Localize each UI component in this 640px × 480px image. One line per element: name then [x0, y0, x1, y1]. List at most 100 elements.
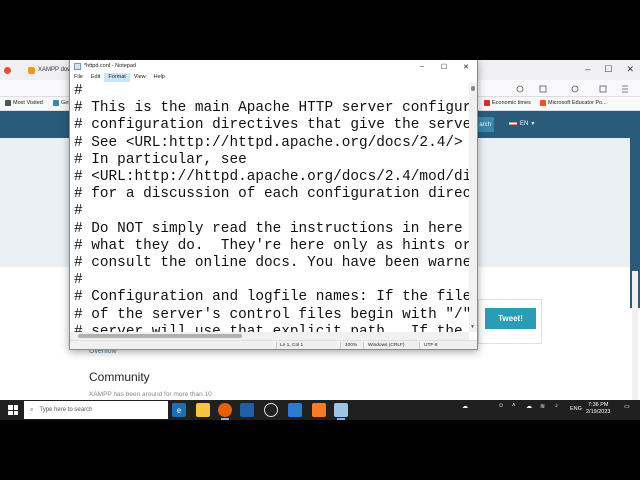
wifi-icon[interactable]: ≋: [540, 403, 545, 410]
browser-tab-xampp[interactable]: XAMPP dow: [28, 62, 72, 78]
et-icon: [484, 100, 490, 106]
status-separator: [340, 342, 341, 349]
notepad-line: # server will use that explicit path. If…: [74, 323, 469, 332]
notepad-line: # for a discussion of each configuration…: [74, 186, 469, 203]
close-icon[interactable]: ✕: [455, 60, 477, 73]
globe-icon: [53, 100, 59, 106]
maximize-icon[interactable]: ☐: [433, 60, 455, 73]
chevron-up-icon[interactable]: ˄: [512, 403, 516, 409]
chrome-icon[interactable]: [264, 403, 278, 417]
status-encoding: UTF-8: [424, 343, 438, 348]
firefox-pocket-icon: [4, 66, 11, 74]
notepad-menubar: File Edit Format View Help: [70, 73, 477, 82]
bookmark-label: Most Visited: [13, 100, 43, 106]
notepad-line: # Do NOT simply read the instructions in…: [74, 220, 469, 237]
page-scrollbar[interactable]: [632, 271, 638, 420]
minimize-icon[interactable]: –: [411, 60, 433, 73]
scroll-thumb[interactable]: [78, 334, 242, 338]
weather-icon[interactable]: ☁: [462, 403, 468, 410]
bookmark-economic-times[interactable]: Economic times: [484, 100, 531, 106]
minimize-icon[interactable]: –: [585, 64, 590, 75]
notepad-titlebar[interactable]: *httpd.conf - Notepad – ☐ ✕: [70, 60, 477, 73]
tweet-box: Tweet!: [478, 299, 542, 344]
bookmark-get[interactable]: Get: [53, 100, 70, 106]
bookmark-microsoft-educator[interactable]: Microsoft Educator Po...: [540, 100, 607, 106]
notepad-line: # consult the online docs. You have been…: [74, 255, 469, 272]
notepad-line: # This is the main Apache HTTP server co…: [74, 100, 469, 117]
community-heading: Community: [89, 370, 150, 384]
onedrive-icon[interactable]: ☁: [526, 403, 532, 410]
search-button-label: arch: [479, 121, 491, 128]
scroll-down-icon[interactable]: ▼: [470, 324, 475, 330]
microsoft-icon: [540, 100, 546, 106]
people-icon[interactable]: ☺: [498, 403, 504, 409]
language-label: EN: [520, 120, 529, 127]
menu-help[interactable]: Help: [150, 73, 169, 82]
chevron-down-icon: ▾: [531, 121, 535, 127]
notepad-line: # In particular, see: [74, 151, 247, 168]
bookmark-most-visited[interactable]: Most Visited: [5, 100, 43, 106]
status-line-ending: Windows (CRLF): [368, 343, 405, 348]
notepad-line: # <URL:http://httpd.apache.org/docs/2.4/…: [74, 169, 469, 186]
flag-icon: [509, 121, 517, 126]
maximize-icon[interactable]: ☐: [604, 64, 612, 75]
status-separator: [419, 342, 420, 349]
taskbar: ⌕ Type here to search e ☁ ☺ ˄ ☁ ≋ ♪ ENG …: [0, 400, 640, 420]
bookmark-label: Microsoft Educator Po...: [548, 100, 607, 106]
language-indicator[interactable]: ENG: [570, 406, 582, 412]
menu-view[interactable]: View: [130, 73, 150, 82]
notepad-title: *httpd.conf - Notepad: [84, 63, 136, 69]
notepad-line: # what they do. They're here only as hin…: [74, 237, 469, 254]
bookmark-label: Economic times: [492, 100, 531, 106]
xampp-description: XAMPP has been around for more than 10: [89, 391, 212, 398]
search-icon: ⌕: [30, 406, 34, 413]
notepad-line: # Configuration and logfile names: If th…: [74, 289, 469, 306]
menu-format[interactable]: Format: [104, 73, 130, 82]
status-separator: [276, 342, 277, 349]
browser-tab-pinned[interactable]: [4, 62, 11, 78]
file-explorer-icon[interactable]: [196, 403, 210, 417]
notepad-line: #: [74, 203, 83, 220]
notepad-window-controls: – ☐ ✕: [411, 60, 477, 73]
status-position: Ln 1, Col 1: [280, 343, 304, 348]
browser-window-controls: – ☐ ✕: [585, 64, 634, 75]
notification-icon[interactable]: ▭: [624, 403, 630, 410]
clock-time: 7:36 PM: [587, 402, 609, 408]
language-selector[interactable]: EN ▾: [509, 120, 534, 127]
menu-file[interactable]: File: [70, 73, 87, 82]
xampp-icon: [28, 66, 35, 74]
clock-date: 2/19/2023: [586, 409, 611, 415]
close-icon[interactable]: ✕: [626, 64, 634, 75]
store-icon[interactable]: [240, 403, 254, 417]
vertical-scrollbar[interactable]: ▼: [469, 82, 477, 332]
notepad-window: *httpd.conf - Notepad – ☐ ✕ File Edit Fo…: [69, 60, 478, 350]
scroll-thumb[interactable]: [471, 86, 475, 91]
notepad-line: # See <URL:http://httpd.apache.org/docs/…: [74, 134, 469, 151]
volume-icon[interactable]: ♪: [555, 403, 558, 409]
notepad-icon: [74, 63, 81, 70]
desktop-screen: XAMPP dow – ☐ ✕ Most Visited Get Economi…: [0, 60, 640, 420]
clock[interactable]: 7:36 PM 2/19/2023: [586, 402, 610, 416]
mail-icon[interactable]: [288, 403, 302, 417]
horizontal-scrollbar[interactable]: [70, 332, 469, 340]
firefox-icon[interactable]: [218, 403, 232, 420]
xampp-taskbar-icon[interactable]: [312, 403, 326, 417]
notepad-statusbar: Ln 1, Col 1 100% Windows (CRLF) UTF-8: [70, 340, 477, 349]
menu-edit[interactable]: Edit: [87, 73, 104, 82]
tweet-button[interactable]: Tweet!: [485, 308, 536, 329]
status-zoom: 100%: [345, 343, 358, 348]
notepad-line: #: [74, 272, 83, 289]
notepad-text-area[interactable]: # # This is the main Apache HTTP server c…: [70, 82, 469, 332]
edge-icon[interactable]: e: [172, 403, 186, 417]
start-button[interactable]: [8, 405, 18, 415]
notepad-line: # of the server's control files begin wi…: [74, 306, 469, 323]
search-placeholder: Type here to search: [39, 407, 93, 413]
gear-icon: [5, 100, 11, 106]
notepad-taskbar-icon[interactable]: [334, 403, 348, 420]
notepad-text: # # This is the main Apache HTTP server c…: [74, 83, 469, 332]
notepad-line: #: [74, 83, 83, 99]
browser-tab-label: XAMPP dow: [38, 67, 72, 73]
taskbar-search[interactable]: ⌕ Type here to search: [24, 401, 168, 419]
status-separator: [363, 342, 364, 349]
notepad-line: # configuration directives that give the…: [74, 117, 469, 134]
